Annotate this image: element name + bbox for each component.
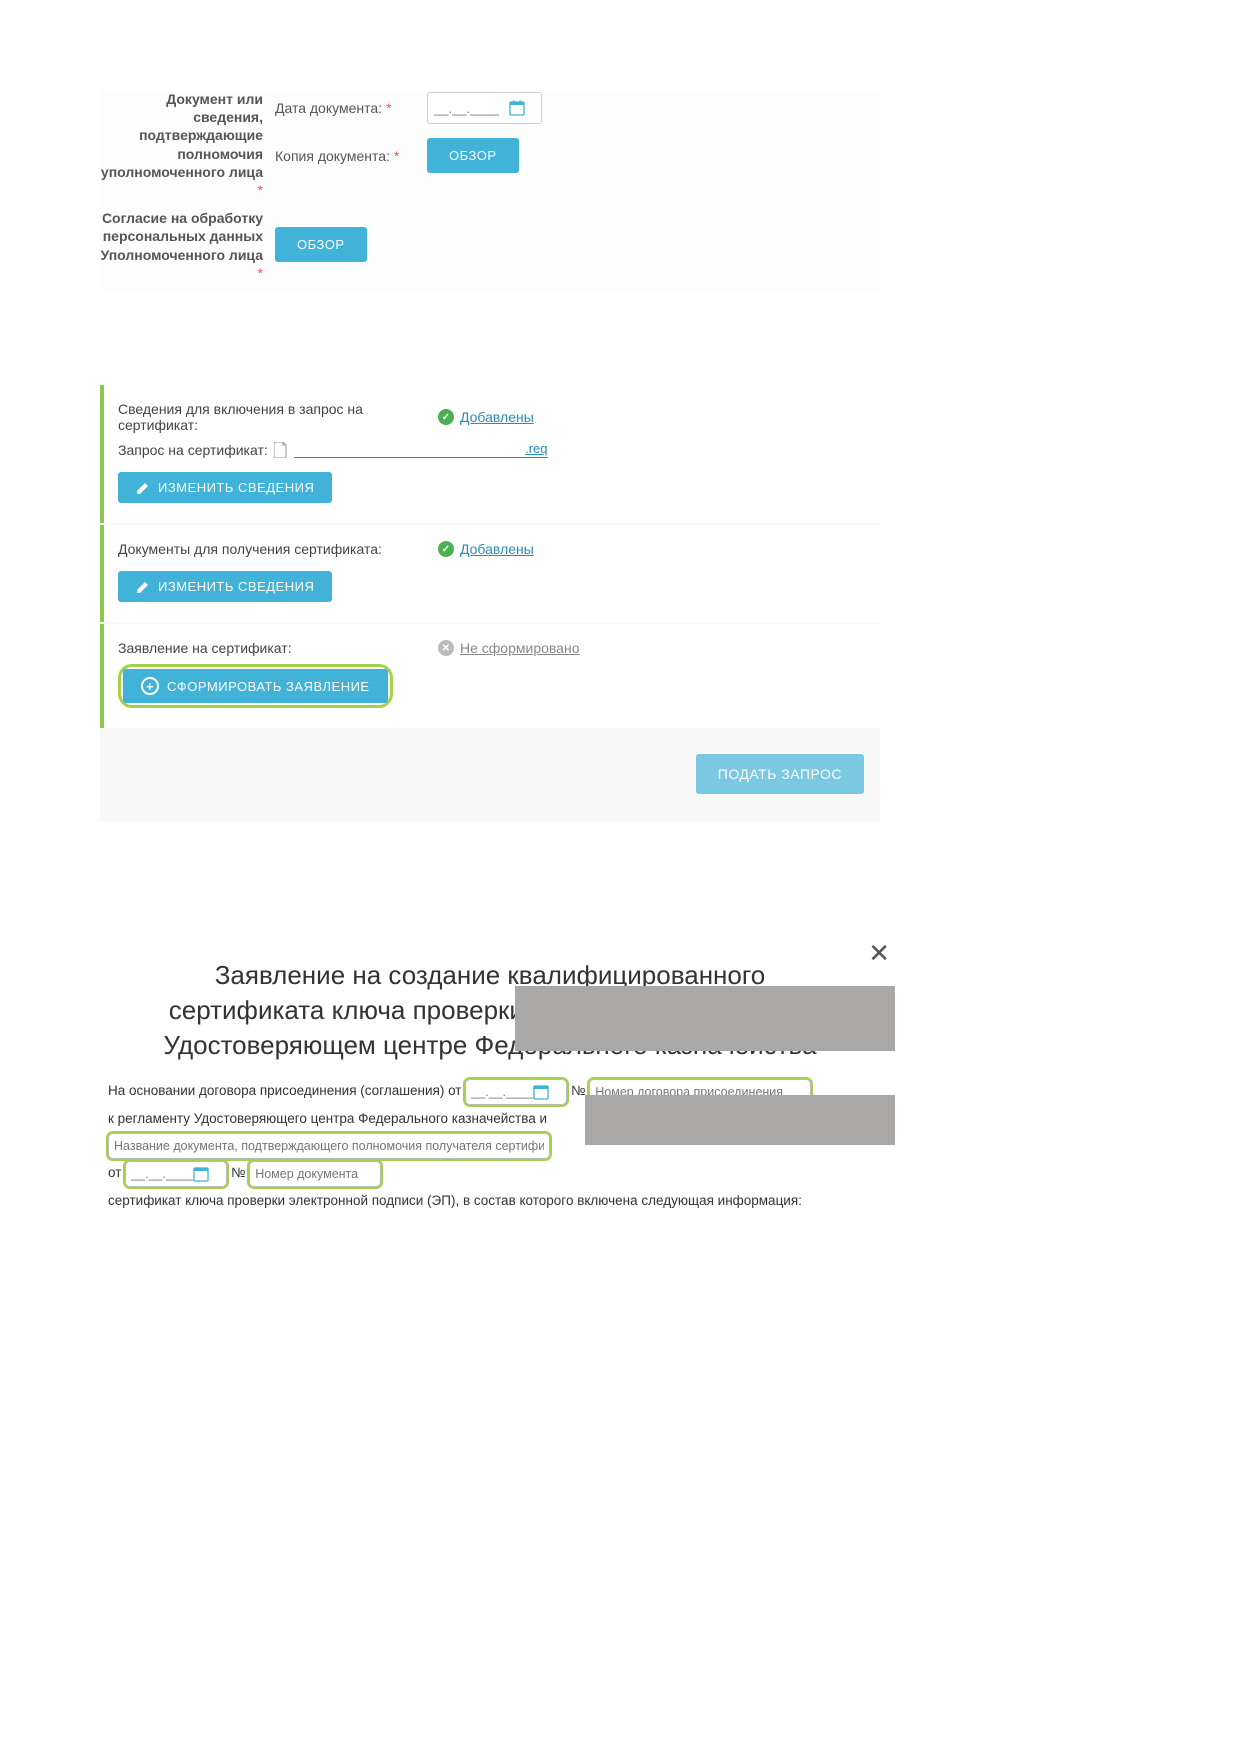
authority-docdate-field[interactable] bbox=[125, 1161, 227, 1187]
plus-icon: + bbox=[141, 677, 159, 695]
pencil-icon bbox=[136, 580, 150, 594]
cert-request-label: Запрос на сертификат: bbox=[118, 442, 268, 458]
form-application-button[interactable]: + СФОРМИРОВАТЬ ЗАЯВЛЕНИЕ bbox=[123, 669, 388, 703]
form-application-highlight: + СФОРМИРОВАТЬ ЗАЯВЛЕНИЕ bbox=[118, 664, 393, 708]
cert-info-label: Сведения для включения в запрос на серти… bbox=[118, 401, 438, 433]
authority-docno-input[interactable] bbox=[255, 1167, 375, 1181]
number-sign: № bbox=[231, 1165, 245, 1180]
cert-app-label: Заявление на сертификат: bbox=[118, 640, 438, 656]
close-icon[interactable]: ✕ bbox=[868, 938, 890, 969]
authority-docno-field[interactable] bbox=[249, 1161, 381, 1187]
cert-app-card: Заявление на сертификат: ✕ Не сформирова… bbox=[100, 624, 880, 728]
tail-text: сертификат ключа проверки электронной по… bbox=[108, 1193, 802, 1208]
redaction-block bbox=[585, 1095, 895, 1145]
authority-document-form: Документ или сведения, подтверждающие по… bbox=[100, 90, 880, 290]
file-icon bbox=[274, 442, 288, 458]
regulation-text: к регламенту Удостоверяющего центра Феде… bbox=[108, 1111, 547, 1126]
authority-docname-field[interactable] bbox=[108, 1133, 550, 1159]
calendar-icon[interactable] bbox=[193, 1166, 209, 1182]
cert-info-card: Сведения для включения в запрос на серти… bbox=[100, 385, 880, 523]
calendar-icon[interactable] bbox=[533, 1084, 549, 1100]
check-icon: ✓ bbox=[438, 541, 454, 557]
x-icon: ✕ bbox=[438, 640, 454, 656]
cert-docs-card: Документы для получения сертификата: ✓ Д… bbox=[100, 525, 880, 622]
authority-doc-label: Документ или сведения, подтверждающие по… bbox=[100, 90, 275, 199]
edit-cert-info-button[interactable]: ИЗМЕНИТЬ СВЕДЕНИЯ bbox=[118, 472, 332, 503]
submit-request-button[interactable]: ПОДАТЬ ЗАПРОС bbox=[696, 754, 864, 794]
agreement-date-field[interactable] bbox=[465, 1079, 567, 1105]
browse-consent-button[interactable]: ОБЗОР bbox=[275, 227, 367, 262]
number-sign: № bbox=[571, 1083, 585, 1098]
cert-info-status[interactable]: Добавлены bbox=[460, 409, 534, 425]
doc-date-label: Дата документа: * bbox=[275, 100, 415, 116]
doc-copy-label: Копия документа: * bbox=[275, 148, 415, 164]
doc-date-input[interactable] bbox=[434, 101, 509, 116]
application-modal: ✕ Заявление на создание квалифицированно… bbox=[100, 938, 880, 1214]
redaction-block bbox=[515, 986, 895, 1051]
agreement-date-input[interactable] bbox=[471, 1085, 533, 1099]
certificate-status-panel: Сведения для включения в запрос на серти… bbox=[100, 385, 880, 822]
agreement-basis-text: На основании договора присоединения (сог… bbox=[108, 1083, 462, 1098]
edit-cert-docs-button[interactable]: ИЗМЕНИТЬ СВЕДЕНИЯ bbox=[118, 571, 332, 602]
authority-docname-input[interactable] bbox=[114, 1139, 544, 1153]
cert-docs-status[interactable]: Добавлены bbox=[460, 541, 534, 557]
from-label: от bbox=[108, 1165, 121, 1180]
doc-date-input-wrap[interactable] bbox=[427, 92, 542, 124]
consent-label: Согласие на обработку персональных данны… bbox=[100, 209, 275, 282]
cert-request-file[interactable]: ________________________________.req bbox=[294, 441, 548, 458]
status-footer: ПОДАТЬ ЗАПРОС bbox=[100, 730, 880, 822]
cert-docs-label: Документы для получения сертификата: bbox=[118, 541, 438, 557]
calendar-icon[interactable] bbox=[509, 100, 525, 116]
authority-docdate-input[interactable] bbox=[131, 1167, 193, 1181]
browse-copy-button[interactable]: ОБЗОР bbox=[427, 138, 519, 173]
check-icon: ✓ bbox=[438, 409, 454, 425]
cert-app-status[interactable]: Не сформировано bbox=[460, 640, 579, 656]
pencil-icon bbox=[136, 481, 150, 495]
